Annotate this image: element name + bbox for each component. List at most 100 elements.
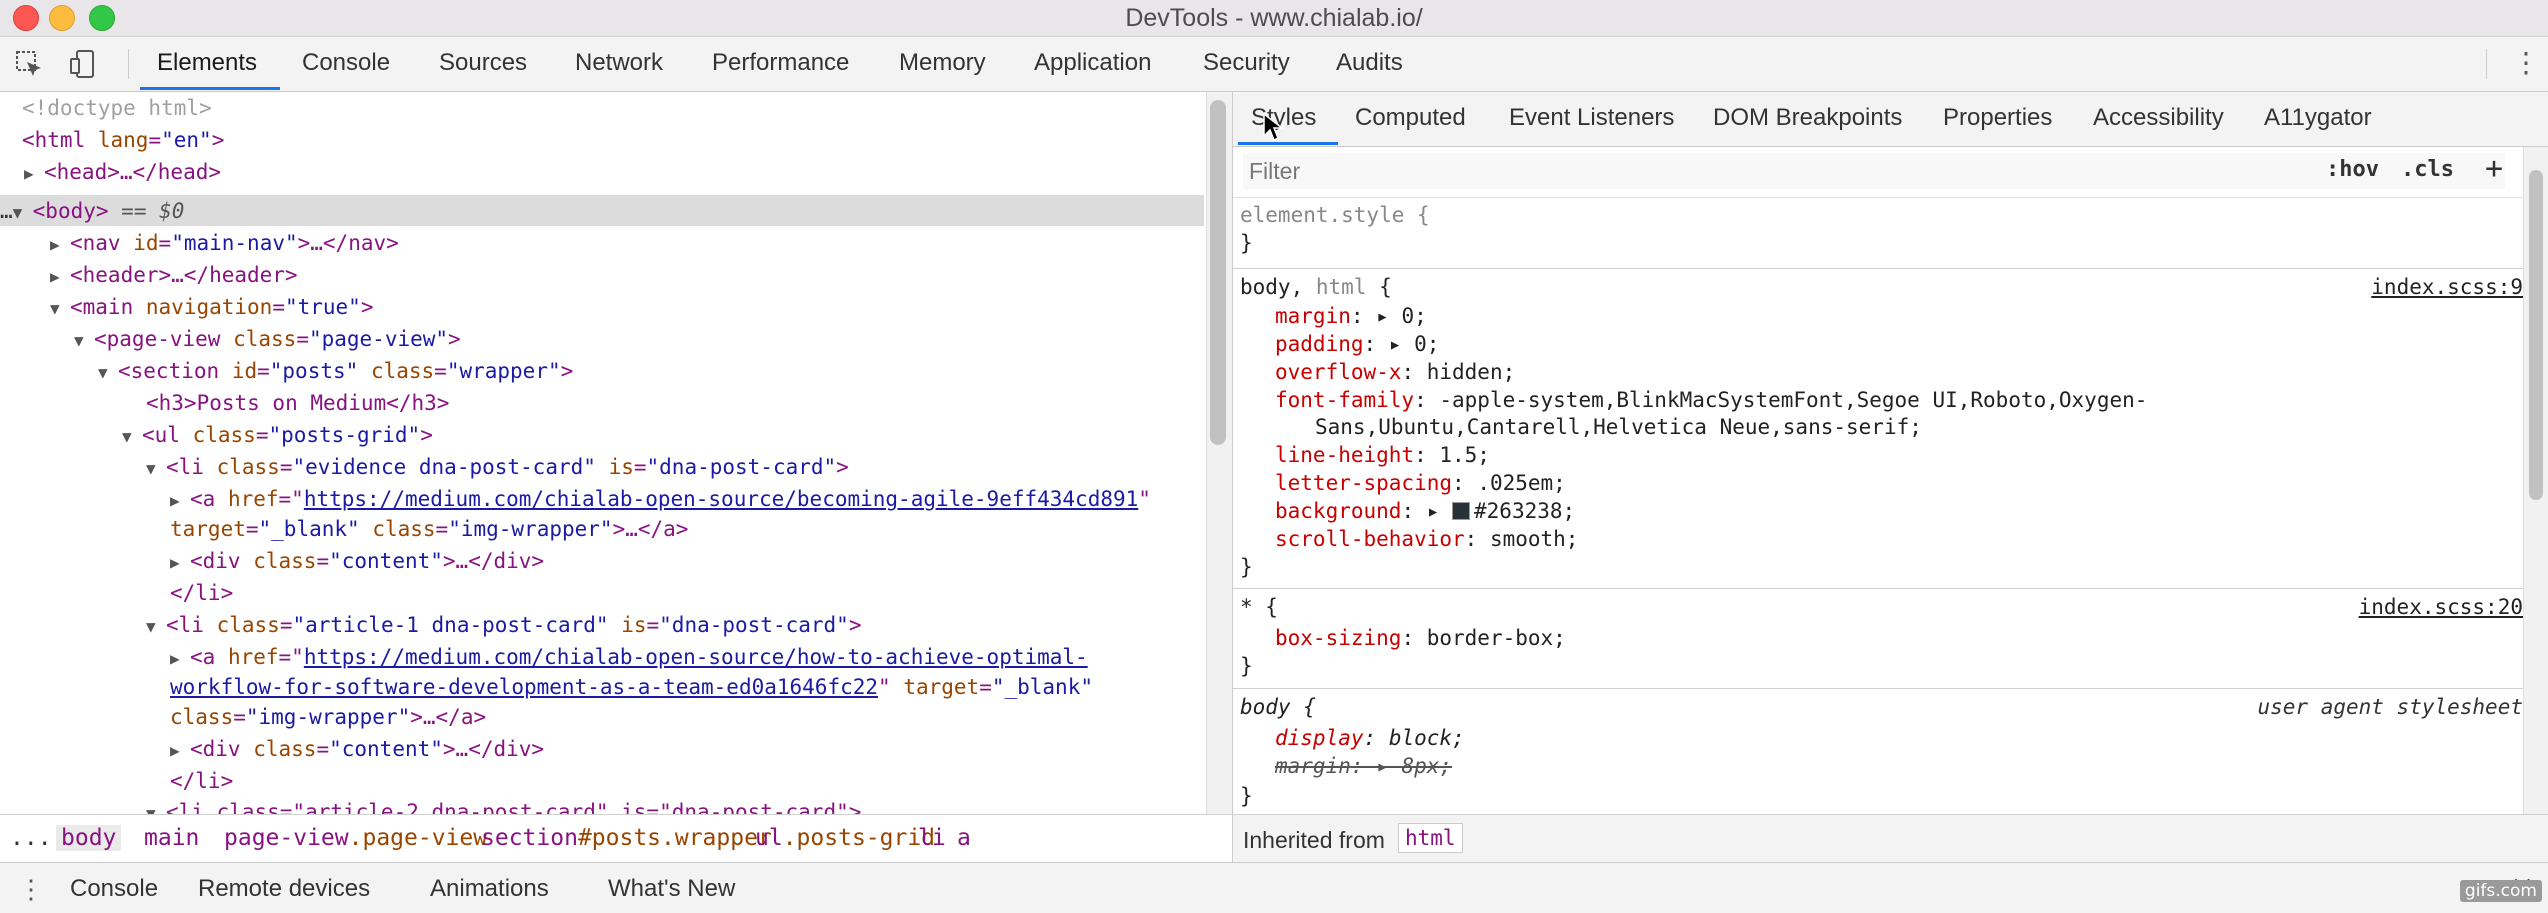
breadcrumb-body[interactable]: body [56, 825, 122, 851]
decl-line-height[interactable]: line-height: 1.5; [1275, 441, 1490, 469]
dom-head[interactable]: ▶ <head>…</head> [24, 156, 221, 188]
collapse-triangle-icon[interactable]: ▼ [13, 197, 33, 229]
dom-ul[interactable]: ▼ <ul class="posts-grid"> [122, 419, 433, 451]
dom-li-close-1[interactable]: </li> [170, 577, 233, 609]
decl-font-family-cont: Sans,Ubuntu,Cantarell,Helvetica Neue,san… [1315, 415, 1922, 439]
dom-header[interactable]: ▶ <header>…</header> [50, 259, 298, 291]
expand-triangle-icon[interactable]: ▶ [24, 158, 44, 190]
device-toolbar-icon[interactable] [68, 49, 98, 79]
dom-tree-scroll-thumb[interactable] [1210, 100, 1226, 445]
link-becoming-agile[interactable]: https://medium.com/chialab-open-source/b… [304, 487, 1138, 511]
collapse-triangle-icon[interactable]: ▼ [146, 611, 166, 643]
dom-a-2[interactable]: ▶ <a href="https://medium.com/chialab-ope… [170, 641, 1088, 673]
styles-filter-bar: :hov .cls + [1233, 147, 2523, 198]
toggle-hover-state-button[interactable]: :hov [2326, 157, 2379, 182]
tab-console[interactable]: Console [302, 49, 390, 77]
expand-triangle-icon[interactable]: ▶ [50, 229, 70, 261]
decl-margin[interactable]: margin: ▸ 0; [1275, 302, 1427, 330]
rule-body-html-selector[interactable]: body, html { [1240, 273, 1392, 301]
drawer-menu-icon[interactable]: ⋮ [18, 875, 44, 903]
dom-a-1[interactable]: ▶ <a href="https://medium.com/chialab-ope… [170, 483, 1151, 515]
breadcrumb-a[interactable]: a [957, 825, 971, 851]
inspect-element-icon[interactable] [14, 49, 44, 79]
tab-event-listeners[interactable]: Event Listeners [1509, 104, 1674, 132]
drawer-tab-whats-new[interactable]: What's New [608, 875, 735, 903]
link-optimal-workflow-cont[interactable]: workflow-for-software-development-as-a-t… [170, 675, 878, 699]
tab-performance[interactable]: Performance [712, 49, 849, 77]
link-optimal-workflow[interactable]: https://medium.com/chialab-open-source/h… [304, 645, 1088, 669]
dom-section[interactable]: ▼ <section id="posts" class="wrapper"> [98, 355, 573, 387]
tab-properties[interactable]: Properties [1943, 104, 2052, 132]
dom-main[interactable]: ▼ <main navigation="true"> [50, 291, 373, 323]
decl-overflow-x[interactable]: overflow-x: hidden; [1275, 358, 1515, 386]
decl-ua-margin-overridden: margin: ▸ 8px; [1275, 754, 1453, 778]
decl-scroll-behavior[interactable]: scroll-behavior: smooth; [1275, 525, 1578, 553]
tab-a11ygator[interactable]: A11ygator [2264, 104, 2372, 132]
breadcrumb-ellipsis[interactable]: ... [10, 825, 52, 851]
toolbar-separator [128, 49, 129, 79]
breadcrumb-page-view[interactable]: page-view.page-view [224, 825, 487, 851]
toggle-classes-button[interactable]: .cls [2401, 157, 2454, 182]
source-link-index-scss-9[interactable]: index.scss:9 [2371, 273, 2523, 301]
inherited-from-label: Inherited from [1243, 827, 1385, 853]
dom-html[interactable]: <html lang="en"> [22, 124, 224, 156]
collapse-triangle-icon[interactable]: ▼ [122, 421, 142, 453]
rule-body-html-close: } [1240, 555, 1253, 579]
rule-star-selector[interactable]: * { [1240, 593, 1278, 621]
breadcrumb-li[interactable]: li [918, 825, 946, 851]
breadcrumb-ul[interactable]: ul.posts-grid [755, 825, 935, 851]
tab-accessibility[interactable]: Accessibility [2093, 104, 2224, 132]
collapse-triangle-icon[interactable]: ▼ [146, 453, 166, 485]
dom-page-view[interactable]: ▼ <page-view class="page-view"> [74, 323, 461, 355]
decl-box-sizing[interactable]: box-sizing: border-box; [1275, 624, 1566, 652]
dom-li-article-1[interactable]: ▼ <li class="article-1 dna-post-card" is=… [146, 609, 861, 641]
new-style-rule-button[interactable]: + [2485, 151, 2503, 186]
dom-body-selected[interactable]: …▼ <body> == $0 [0, 195, 184, 227]
expand-triangle-icon[interactable]: ▶ [170, 735, 190, 767]
dom-div-content-1[interactable]: ▶ <div class="content">…</div> [170, 545, 544, 577]
tab-elements[interactable]: Elements [157, 49, 257, 77]
collapse-triangle-icon[interactable]: ▼ [146, 798, 166, 814]
rule-element-style-selector[interactable]: element.style { [1240, 201, 1430, 229]
expand-triangle-icon[interactable]: ▶ [170, 547, 190, 579]
drawer-tab-console[interactable]: Console [70, 875, 158, 903]
color-swatch[interactable] [1452, 502, 1471, 520]
inherited-from-html-link[interactable]: html [1398, 823, 1463, 853]
collapse-triangle-icon[interactable]: ▼ [50, 293, 70, 325]
breadcrumb-main[interactable]: main [144, 825, 199, 851]
breadcrumb-section[interactable]: section#posts.wrapper [481, 825, 772, 851]
tab-application[interactable]: Application [1034, 49, 1151, 77]
dom-nav[interactable]: ▶ <nav id="main-nav">…</nav> [50, 227, 399, 259]
collapse-triangle-icon[interactable]: ▼ [98, 357, 118, 389]
styles-filter-input[interactable] [1243, 153, 2505, 189]
drawer-tab-remote-devices[interactable]: Remote devices [198, 875, 370, 903]
tab-memory[interactable]: Memory [899, 49, 986, 77]
tab-computed[interactable]: Computed [1355, 104, 1466, 132]
decl-padding[interactable]: padding: ▸ 0; [1275, 330, 1439, 358]
watermark-text: gifs.com [2459, 880, 2542, 902]
expand-triangle-icon[interactable]: ▶ [50, 261, 70, 293]
tab-security[interactable]: Security [1203, 49, 1290, 77]
customize-menu-icon[interactable]: ⋮ [2512, 49, 2540, 77]
tab-audits[interactable]: Audits [1336, 49, 1403, 77]
dom-li-article-2[interactable]: ▼ <li class="article-2 dna-post-card" is=… [146, 796, 861, 814]
collapse-triangle-icon[interactable]: ▼ [74, 325, 94, 357]
dom-div-content-2[interactable]: ▶ <div class="content">…</div> [170, 733, 544, 765]
decl-letter-spacing[interactable]: letter-spacing: .025em; [1275, 469, 1566, 497]
dom-li-close-2[interactable]: </li> [170, 765, 233, 797]
dom-li-evidence[interactable]: ▼ <li class="evidence dna-post-card" is="… [146, 451, 849, 483]
drawer-tab-animations[interactable]: Animations [430, 875, 549, 903]
decl-background[interactable]: background: ▸ #263238; [1275, 497, 1575, 525]
styles-subtabs: Styles Computed Event Listeners DOM Brea… [1233, 92, 2548, 147]
dom-h3[interactable]: <h3>Posts on Medium</h3> [146, 387, 449, 419]
toolbar-separator-right [2486, 49, 2487, 79]
tab-sources[interactable]: Sources [439, 49, 527, 77]
mouse-cursor-icon [1263, 112, 1284, 142]
tab-dom-breakpoints[interactable]: DOM Breakpoints [1713, 104, 1902, 132]
source-link-index-scss-20[interactable]: index.scss:20 [2359, 593, 2523, 621]
styles-scroll-thumb[interactable] [2529, 170, 2543, 500]
tab-network[interactable]: Network [575, 49, 663, 77]
dom-tree: <!doctype html> <html lang="en"> ▶ <head>… [0, 92, 1204, 814]
dom-doctype[interactable]: <!doctype html> [22, 92, 212, 124]
decl-font-family[interactable]: font-family: -apple-system,BlinkMacSyste… [1275, 386, 2147, 414]
